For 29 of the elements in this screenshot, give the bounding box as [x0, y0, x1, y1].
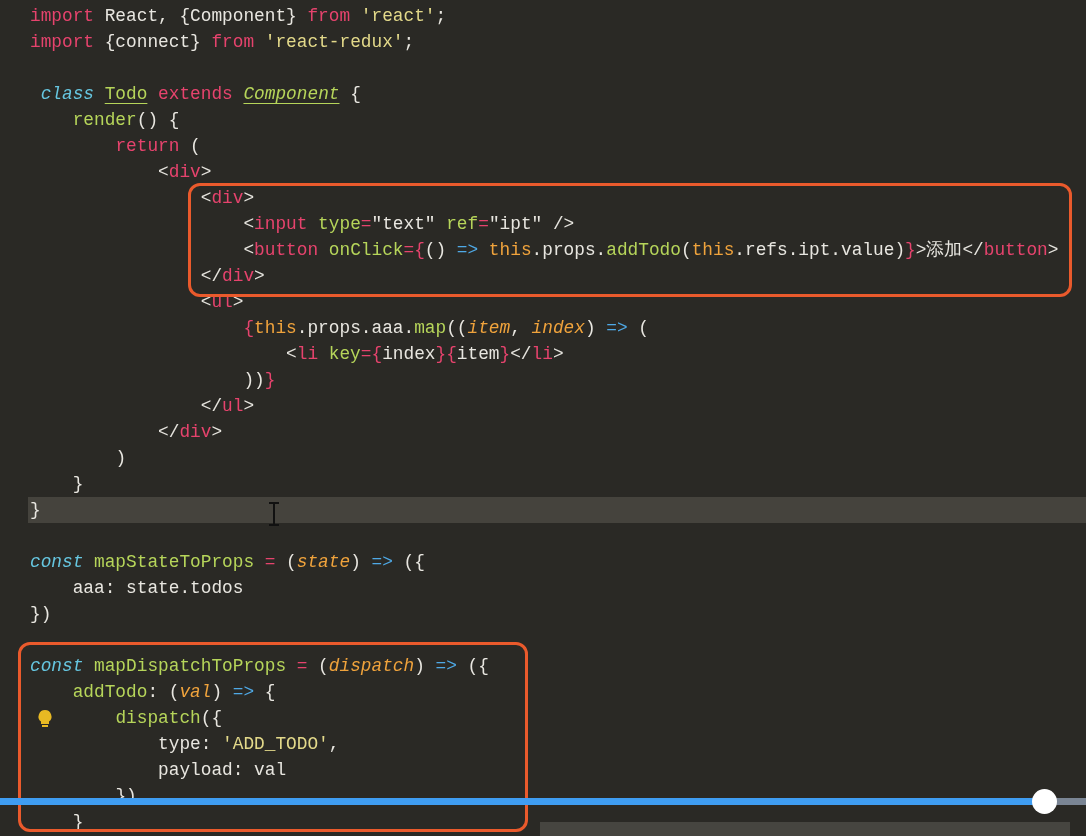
code-line: return ( — [115, 135, 201, 158]
code-line: <button onClick={() => this.props.addTodo(this.refs.ipt.value)}>添加</button> — [243, 239, 1059, 262]
lightbulb-icon[interactable] — [36, 709, 54, 729]
code-line: }) — [30, 603, 52, 626]
code-line: </div> — [200, 265, 265, 288]
code-line: const mapDispatchToProps = (dispatch) => ({ — [30, 655, 489, 678]
code-line: <input type="text" ref="ipt" /> — [243, 213, 575, 236]
code-line: render() { — [72, 109, 180, 132]
text-cursor-icon — [268, 502, 280, 526]
code-line: payload: val — [158, 759, 287, 782]
code-line: const mapStateToProps = (state) => ({ — [30, 551, 425, 574]
code-line: <div> — [158, 161, 212, 184]
code-line: dispatch({ — [115, 707, 223, 730]
code-line: } — [72, 473, 84, 496]
code-line: addTodo: (val) => { — [72, 681, 276, 704]
code-line: import React, {Component} from 'react'; — [30, 5, 447, 28]
code-line: import {connect} from 'react-redux'; — [30, 31, 415, 54]
code-line: class Todo extends Component { — [40, 83, 361, 106]
code-line: aaa: state.todos — [72, 577, 244, 600]
code-line: ) — [115, 447, 127, 470]
code-line: </div> — [158, 421, 223, 444]
code-line: {this.props.aaa.map((item, index) => ( — [243, 317, 649, 340]
code-line: <li key={index}{item}</li> — [286, 343, 564, 366]
code-line: } — [30, 499, 41, 522]
code-line: ))} — [243, 369, 276, 392]
code-line: type: 'ADD_TODO', — [158, 733, 340, 756]
code-line: <div> — [200, 187, 255, 210]
code-line: </ul> — [200, 395, 255, 418]
progress-handle[interactable] — [1031, 789, 1057, 814]
